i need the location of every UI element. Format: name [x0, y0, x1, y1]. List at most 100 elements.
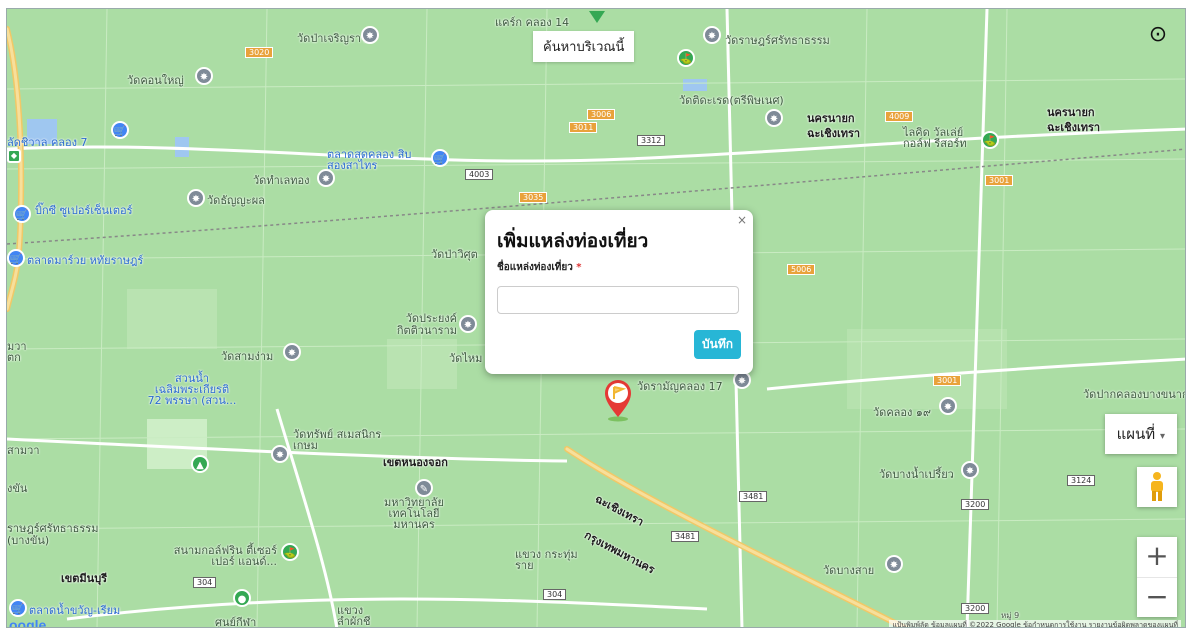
temple-icon[interactable]: ✸ — [317, 169, 335, 187]
place-label: สามวา — [7, 444, 40, 457]
temple-icon[interactable]: ✸ — [885, 555, 903, 573]
route-marker-icon: ◆ — [7, 149, 21, 163]
place-label: วัดป่าวิศุต — [431, 248, 478, 261]
map-frame: แคร์ก คลอง 14 วัดป่าเจริญราช ✸ ✸ วัดราษฎ… — [6, 8, 1186, 628]
road-shield: 3200 — [961, 603, 990, 614]
place-label: วัดบางสาย — [823, 564, 875, 577]
golf-icon[interactable]: ⛳ — [677, 49, 695, 67]
place-label: บิ๊กซี ซูเปอร์เซ็นเตอร์ — [35, 204, 133, 217]
market-icon[interactable]: 🛒 — [7, 249, 25, 267]
road-shield: 3481 — [671, 531, 700, 542]
place-label: วัดติดะเรด(ตรีพิษเนศ) — [679, 94, 784, 107]
temple-icon[interactable]: ✸ — [361, 26, 379, 44]
map-attribution[interactable]: แป้นพิมพ์ลัด ข้อมูลแผนที่ ©2022 Google ข… — [889, 620, 1181, 627]
zoom-control: + − — [1137, 537, 1177, 617]
shop-icon[interactable]: 🛒 — [13, 205, 31, 223]
zoom-in-button[interactable]: + — [1137, 537, 1177, 577]
place-label: ไลคิด วัลเล่ย์ กอล์ฟ รีสอร์ท — [903, 126, 967, 150]
place-label: งขัน — [7, 482, 28, 495]
search-this-area-button[interactable]: ค้นหาบริเวณนี้ — [533, 31, 635, 62]
place-label: วัดรามัญคลอง 17 — [637, 380, 723, 393]
place-label: วัดปากคลองบางขนาก — [1083, 388, 1186, 401]
temple-icon[interactable]: ✸ — [459, 315, 477, 333]
road-shield: 4003 — [465, 169, 494, 180]
attraction-name-label: ชื่อแหล่งท่องเที่ยว * — [497, 260, 582, 275]
place-label: ตลาดสดคลอง สิบสองสาไทร — [327, 148, 412, 172]
street-view-pegman-button[interactable] — [1137, 467, 1177, 507]
road-shield: 304 — [543, 589, 567, 600]
attraction-name-input[interactable] — [497, 286, 739, 314]
road-shield: 3312 — [637, 135, 666, 146]
place-label: วัดคลอง ๑๙ — [873, 406, 931, 419]
road-shield: 304 — [193, 577, 217, 588]
place-label: ตลาดมาร์วย หทัยราษฎร์ — [27, 254, 144, 267]
road-shield: 3200 — [961, 499, 990, 510]
chevron-down-icon: ▾ — [1159, 431, 1165, 442]
road-shield: 3001 — [985, 175, 1014, 186]
temple-icon[interactable]: ✸ — [961, 461, 979, 479]
map-type-dropdown[interactable]: แผนที่ ▾ — [1104, 414, 1177, 454]
province-label: ฉะเชิงเทรา — [1047, 121, 1101, 134]
road-shield: 5006 — [787, 264, 816, 275]
place-label: วัดสามง่าม — [221, 350, 274, 363]
temple-icon[interactable]: ✸ — [765, 109, 783, 127]
province-label: ฉะเชิงเทรา — [807, 127, 861, 140]
district-label: เขตมีนบุรี — [61, 572, 108, 585]
my-location-icon[interactable]: ⊙ — [1145, 23, 1171, 49]
place-label: แขวง กระทุ่มราย — [515, 548, 578, 572]
save-button[interactable]: บันทึก — [694, 330, 741, 359]
pegman-icon — [1151, 472, 1163, 501]
place-label: วัดราษฎร์ศรัทธาธรรม — [725, 34, 830, 47]
road-shield: 3011 — [569, 122, 598, 133]
place-label: สนามกอล์ฟริน ตี้เซอร์เปอร์ แอนด์... — [173, 544, 277, 568]
temple-icon[interactable]: ✸ — [939, 397, 957, 415]
map-canvas[interactable]: แคร์ก คลอง 14 วัดป่าเจริญราช ✸ ✸ วัดราษฎ… — [7, 9, 1185, 627]
road-shield: 3020 — [245, 47, 274, 58]
road-shield: 3481 — [739, 491, 768, 502]
google-logo: oogle — [9, 617, 47, 628]
map-type-label: แผนที่ — [1116, 425, 1156, 443]
park-icon[interactable]: ▲ — [191, 455, 209, 473]
place-label: ศูนย์กีฬา — [215, 616, 257, 628]
required-mark: * — [576, 262, 582, 273]
attraction-name-label-text: ชื่อแหล่งท่องเที่ยว — [497, 262, 573, 273]
dialog-title: เพิ่มแหล่งท่องเที่ยว — [497, 230, 649, 252]
road-shield: 3124 — [1067, 475, 1096, 486]
map-pin-icon[interactable] — [589, 11, 605, 23]
road-shield: 3006 — [587, 109, 616, 120]
temple-icon[interactable]: ✸ — [271, 445, 289, 463]
golf-icon[interactable]: ⛳ — [281, 543, 299, 561]
zoom-out-button[interactable]: − — [1137, 577, 1177, 617]
temple-icon[interactable]: ✸ — [703, 26, 721, 44]
place-label: แคร์ก คลอง 14 — [495, 16, 570, 29]
place-label: วัดทำเลทอง — [253, 174, 310, 187]
road-shield: 3001 — [933, 375, 962, 386]
place-label: แขวง ลำผักชี — [337, 604, 371, 628]
school-icon[interactable]: ✎ — [415, 479, 433, 497]
golf-icon[interactable]: ⛳ — [981, 131, 999, 149]
temple-icon[interactable]: ✸ — [195, 67, 213, 85]
selected-location-marker-icon[interactable] — [602, 377, 634, 423]
shop-icon[interactable]: 🛒 — [111, 121, 129, 139]
place-label: มวา ตก — [7, 340, 27, 364]
stadium-icon[interactable]: ● — [233, 589, 251, 607]
place-label: มหาวิทยาลัย เทคโนโลยี มหานคร — [384, 496, 444, 531]
temple-icon[interactable]: ✸ — [187, 189, 205, 207]
place-label: วัดคอนใหญ่ — [127, 74, 184, 87]
road-shield: 4009 — [885, 111, 914, 122]
road-shield: 3035 — [519, 192, 548, 203]
add-attraction-dialog: × เพิ่มแหล่งท่องเที่ยว ชื่อแหล่งท่องเที่… — [485, 210, 753, 374]
shop-icon[interactable]: 🛒 — [431, 149, 449, 167]
district-label: เขตหนองจอก — [383, 456, 448, 469]
place-label: วัดบางน้ำเปรี้ยว — [879, 468, 954, 481]
temple-icon[interactable]: ✸ — [283, 343, 301, 361]
market-icon[interactable]: 🛒 — [9, 599, 27, 617]
place-label: วัดไหม — [449, 352, 483, 365]
place-label: วัดประยงค์ กิตติวนาราม — [396, 312, 457, 337]
place-label: วัดทรัพย์ สเมสนิกรเกษม — [293, 428, 382, 452]
place-label: วัดป่าเจริญราช — [297, 32, 369, 45]
close-icon[interactable]: × — [737, 213, 747, 227]
place-label: สวนน้ำ เฉลิมพระเกียรติ 72 พรรษา (สวน... — [147, 372, 237, 407]
place-label: วัดธัญญะผล — [207, 194, 265, 207]
place-label: ราษฎร์ศรัทธาธรรม (บางขัน) — [7, 522, 99, 547]
